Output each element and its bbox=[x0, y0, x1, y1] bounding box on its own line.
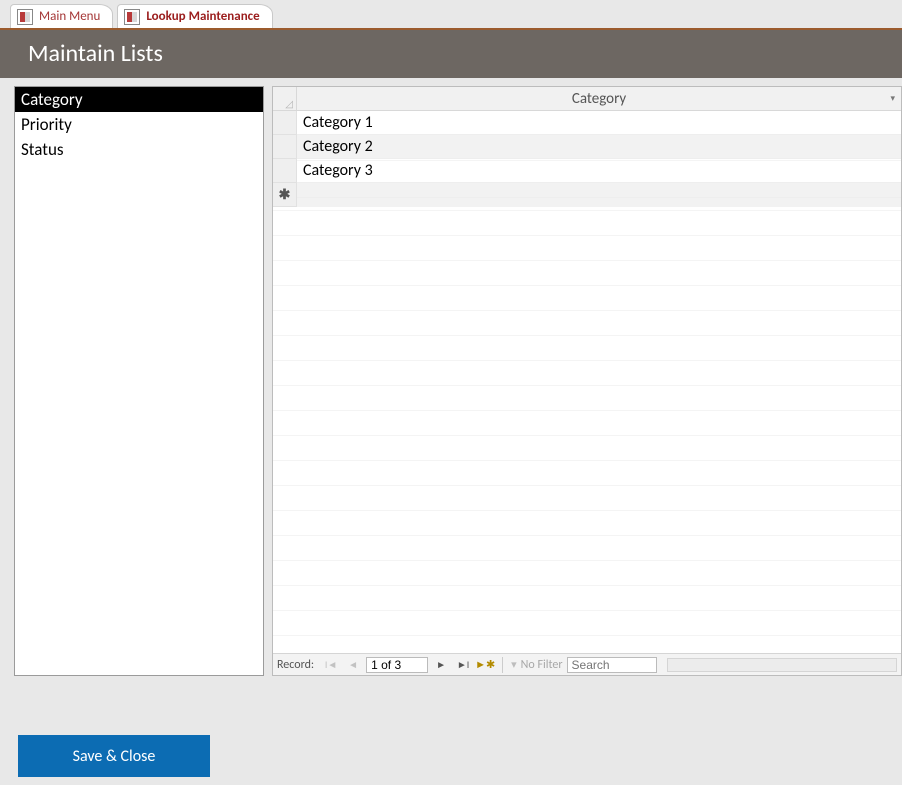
nav-first-icon[interactable]: I◄ bbox=[322, 657, 340, 673]
listbox-item-status[interactable]: Status bbox=[15, 137, 263, 162]
cell-category[interactable]: Category 2 bbox=[297, 135, 901, 159]
tab-lookup-maintenance[interactable]: Lookup Maintenance bbox=[117, 4, 272, 28]
datasheet-header: Category ▾ bbox=[273, 87, 901, 111]
row-selector[interactable] bbox=[273, 159, 297, 183]
row-selector[interactable] bbox=[273, 135, 297, 159]
row-selector[interactable] bbox=[273, 111, 297, 135]
cell-category[interactable]: Category 1 bbox=[297, 111, 901, 135]
select-all-cell[interactable] bbox=[273, 87, 297, 110]
datasheet: Category ▾ Category 1 Category 2 Categor… bbox=[272, 86, 902, 676]
nav-next-icon[interactable]: ► bbox=[432, 657, 450, 673]
tab-strip: Main Menu Lookup Maintenance bbox=[0, 0, 902, 28]
table-row[interactable]: Category 2 bbox=[273, 135, 901, 159]
save-close-button[interactable]: Save & Close bbox=[18, 735, 210, 777]
nav-new-icon[interactable]: ►✱ bbox=[476, 657, 494, 673]
no-filter-indicator[interactable]: ▾ No Filter bbox=[511, 658, 562, 672]
table-row[interactable]: Category 1 bbox=[273, 111, 901, 135]
page-title: Maintain Lists bbox=[28, 39, 163, 68]
no-filter-label: No Filter bbox=[521, 658, 563, 672]
record-navigator: Record: I◄ ◄ ► ►I ►✱ ▾ No Filter bbox=[273, 653, 901, 675]
listbox-item-label: Priority bbox=[21, 114, 72, 135]
nav-last-icon[interactable]: ►I bbox=[454, 657, 472, 673]
horizontal-scrollbar[interactable] bbox=[667, 658, 897, 672]
separator bbox=[502, 657, 503, 673]
record-position-input[interactable] bbox=[366, 657, 428, 673]
new-row[interactable]: ✱ bbox=[273, 183, 901, 207]
datasheet-body: Category 1 Category 2 Category 3 ✱ bbox=[273, 111, 901, 653]
content-area: Category Priority Status Category ▾ Cate… bbox=[0, 78, 902, 678]
page-header: Maintain Lists bbox=[0, 28, 902, 78]
tab-label: Main Menu bbox=[39, 9, 100, 24]
list-type-listbox[interactable]: Category Priority Status bbox=[14, 86, 264, 676]
tab-main-menu[interactable]: Main Menu bbox=[10, 4, 113, 28]
cell-new[interactable] bbox=[297, 193, 901, 198]
listbox-item-label: Status bbox=[21, 139, 64, 160]
cell-category[interactable]: Category 3 bbox=[297, 159, 901, 183]
form-icon bbox=[17, 9, 33, 25]
form-icon bbox=[124, 9, 140, 25]
new-row-marker-icon: ✱ bbox=[273, 183, 297, 207]
search-input[interactable] bbox=[567, 657, 657, 673]
table-row[interactable]: Category 3 bbox=[273, 159, 901, 183]
listbox-item-label: Category bbox=[21, 89, 83, 110]
listbox-item-category[interactable]: Category bbox=[15, 87, 263, 112]
nav-prev-icon[interactable]: ◄ bbox=[344, 657, 362, 673]
funnel-icon: ▾ bbox=[511, 658, 517, 671]
tab-label: Lookup Maintenance bbox=[146, 9, 259, 24]
listbox-item-priority[interactable]: Priority bbox=[15, 112, 263, 137]
column-header-label: Category bbox=[572, 90, 626, 108]
record-label: Record: bbox=[277, 658, 314, 672]
column-dropdown-icon[interactable]: ▾ bbox=[890, 93, 895, 104]
column-header-category[interactable]: Category ▾ bbox=[297, 87, 901, 110]
